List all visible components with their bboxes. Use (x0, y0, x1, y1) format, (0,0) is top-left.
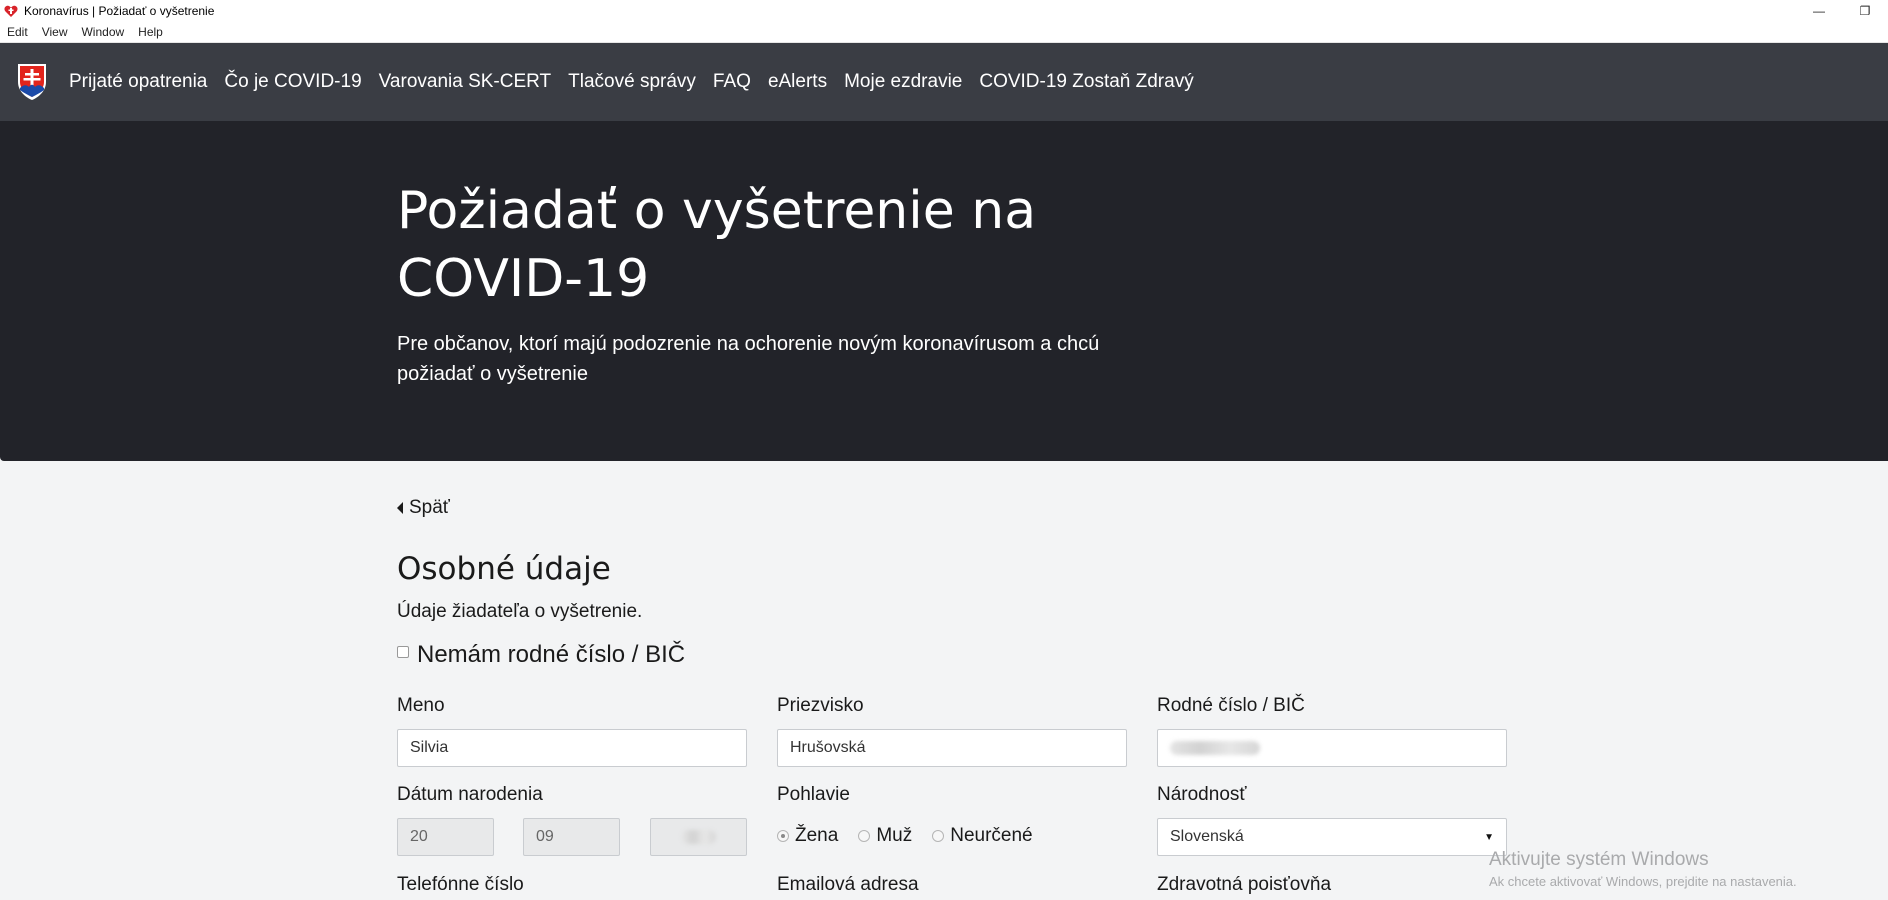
windows-activation-watermark: Aktivujte systém Windows Ak chcete aktiv… (1489, 849, 1797, 889)
restore-button[interactable]: ❐ (1842, 0, 1888, 22)
radio-unchecked-icon (858, 830, 871, 842)
nationality-value: Slovenská (1170, 828, 1244, 845)
nationality-label: Národnosť (1157, 784, 1247, 805)
birth-number-input[interactable] (1157, 729, 1507, 767)
gender-radio-group: Žena Muž Neurčené (777, 825, 1053, 847)
minimize-button[interactable]: — (1796, 0, 1842, 22)
menu-help[interactable]: Help (131, 25, 170, 39)
nav-varovania-sk-cert[interactable]: Varovania SK-CERT (379, 71, 551, 93)
caret-left-icon (397, 502, 403, 514)
window-titlebar: Koronavírus | Požiadať o vyšetrenie — ❐ (0, 0, 1888, 22)
gender-option-label: Muž (876, 825, 913, 846)
watermark-title: Aktivujte systém Windows (1489, 849, 1709, 870)
gender-label: Pohlavie (777, 784, 850, 805)
back-link[interactable]: Späť (397, 497, 450, 519)
back-link-label: Späť (409, 497, 450, 518)
gender-option-label: Žena (795, 825, 839, 846)
watermark-subtitle: Ak chcete aktivovať Windows, prejdite na… (1489, 874, 1797, 889)
last-name-input[interactable]: Hrušovská (777, 729, 1127, 767)
nationality-select[interactable]: Slovenská ▼ (1157, 818, 1507, 856)
menu-bar: Edit View Window Help (0, 22, 1888, 43)
app-heart-icon (4, 4, 18, 18)
birth-number-label: Rodné číslo / BIČ (1157, 695, 1305, 716)
gender-option-zena[interactable]: Žena (777, 825, 838, 847)
phone-label: Telefónne číslo (397, 874, 524, 895)
birth-day-value: 20 (410, 828, 428, 845)
menu-edit[interactable]: Edit (0, 25, 35, 39)
page-title: Požiadať o vyšetrenie na COVID-19 (397, 181, 1037, 309)
slovak-coat-of-arms-icon[interactable] (15, 62, 49, 102)
radio-unchecked-icon (932, 830, 945, 842)
section-subtitle: Údaje žiadateľa o vyšetrenie. (397, 601, 643, 622)
nav-faq[interactable]: FAQ (713, 71, 751, 93)
no-bic-checkbox[interactable] (397, 646, 409, 658)
nav-co-je-covid[interactable]: Čo je COVID-19 (224, 71, 361, 93)
birth-month-value: 09 (536, 828, 554, 845)
dropdown-arrow-icon: ▼ (1484, 831, 1494, 843)
hero-banner: Požiadať o vyšetrenie na COVID-19 Pre ob… (0, 121, 1888, 461)
nav-tlacove-spravy[interactable]: Tlačové správy (568, 71, 696, 93)
birth-day-input[interactable]: 20 (397, 818, 494, 856)
gender-option-muz[interactable]: Muž (858, 825, 912, 847)
redacted-birth-year (681, 830, 716, 844)
top-navbar: Prijaté opatrenia Čo je COVID-19 Varovan… (0, 43, 1888, 121)
last-name-value: Hrušovská (790, 739, 866, 756)
section-title: Osobné údaje (397, 551, 611, 587)
no-bic-option: Nemám rodné číslo / BIČ (397, 641, 685, 669)
insurance-label: Zdravotná poisťovňa (1157, 874, 1332, 895)
menu-window[interactable]: Window (74, 25, 131, 39)
window-title: Koronavírus | Požiadať o vyšetrenie (24, 4, 215, 18)
no-bic-label: Nemám rodné číslo / BIČ (417, 641, 686, 668)
redacted-birth-number (1170, 741, 1260, 755)
last-name-label: Priezvisko (777, 695, 864, 716)
birth-month-input[interactable]: 09 (523, 818, 620, 856)
nav-prijate-opatrenia[interactable]: Prijaté opatrenia (69, 71, 207, 93)
menu-view[interactable]: View (35, 25, 75, 39)
gender-option-neurcene[interactable]: Neurčené (932, 825, 1033, 847)
email-label: Emailová adresa (777, 874, 919, 895)
radio-checked-icon (777, 830, 789, 842)
gender-option-label: Neurčené (950, 825, 1033, 846)
birth-date-label: Dátum narodenia (397, 784, 543, 805)
nav-moje-ezdravie[interactable]: Moje ezdravie (844, 71, 962, 93)
birth-year-input[interactable] (650, 818, 747, 856)
nav-zostan-zdravy[interactable]: COVID-19 Zostaň Zdravý (979, 71, 1193, 93)
first-name-value: Silvia (410, 739, 449, 756)
nav-ealerts[interactable]: eAlerts (768, 71, 827, 93)
first-name-input[interactable]: Silvia (397, 729, 747, 767)
page-subtitle: Pre občanov, ktorí majú podozrenie na oc… (397, 333, 1100, 385)
first-name-label: Meno (397, 695, 445, 716)
